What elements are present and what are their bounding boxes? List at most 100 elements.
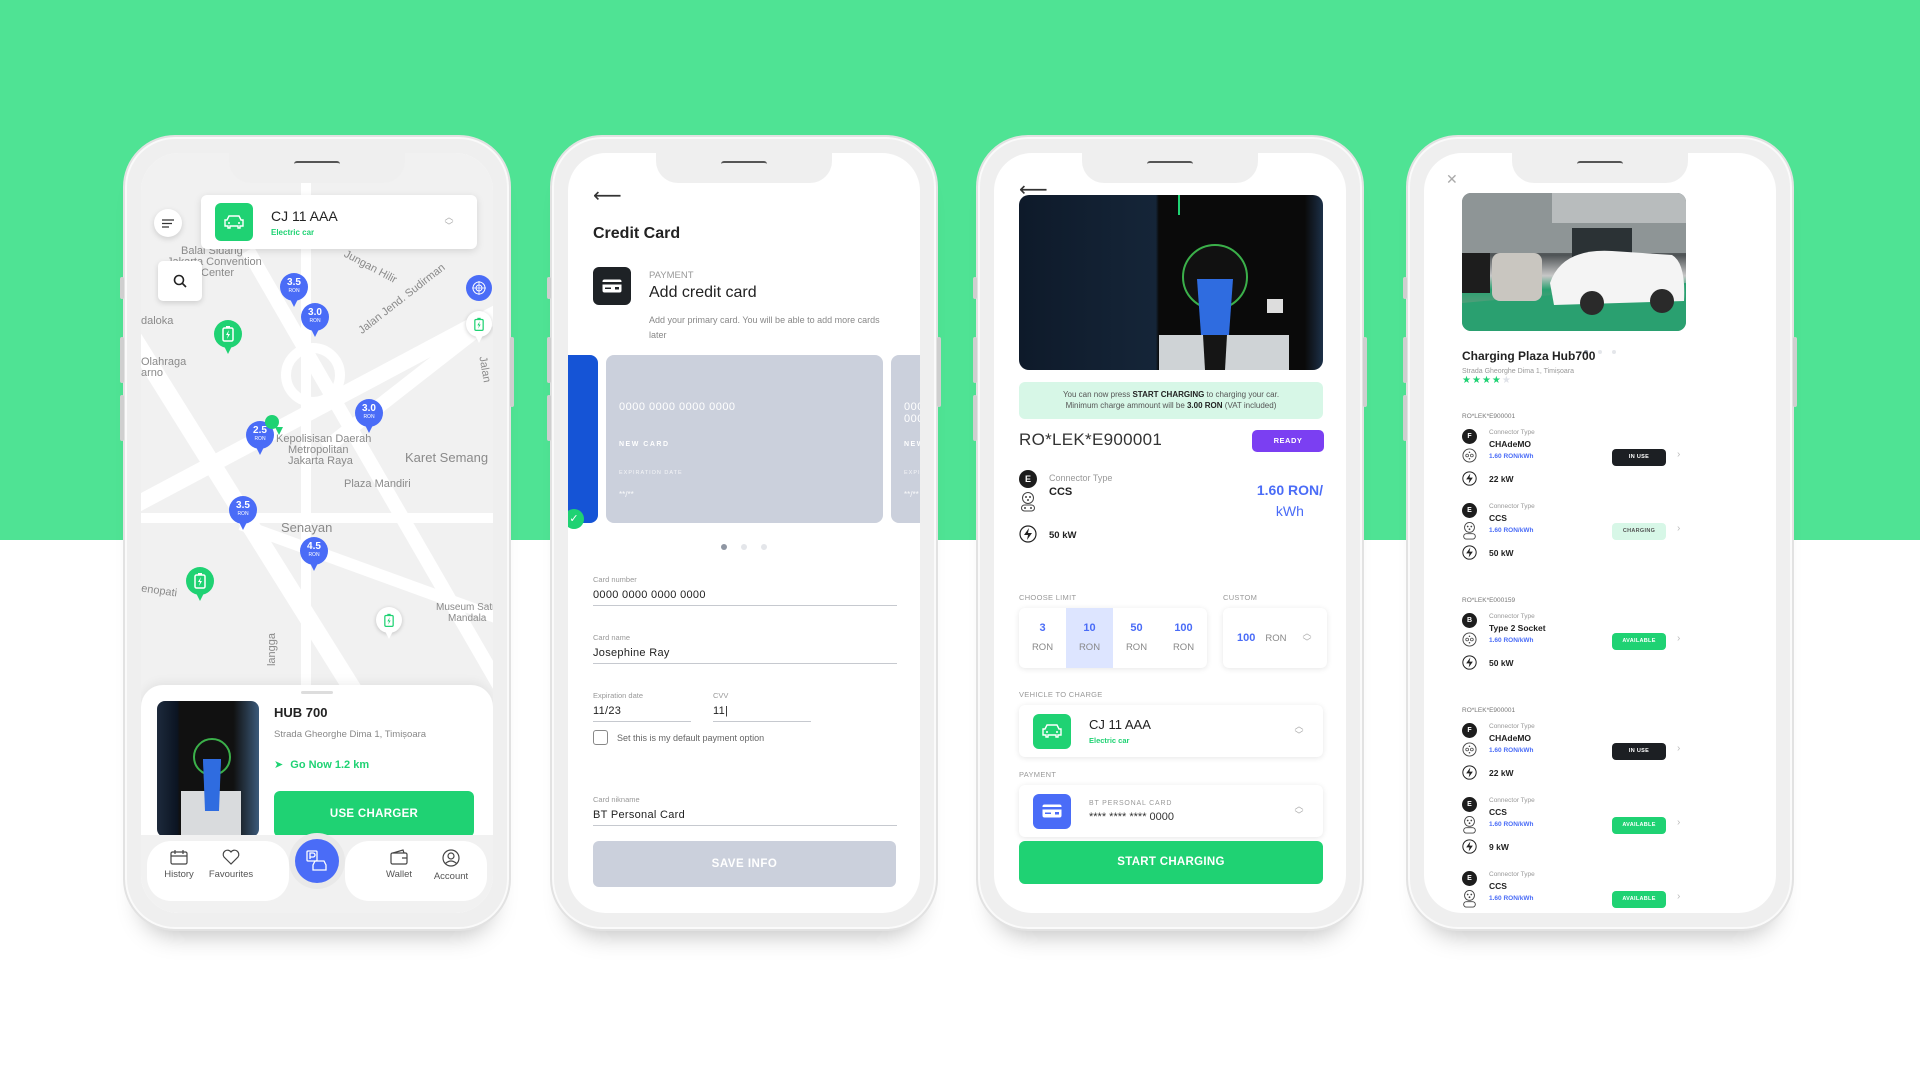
carousel-dots xyxy=(568,537,920,555)
use-charger-button[interactable]: USE CHARGER xyxy=(274,791,474,837)
connector-row[interactable]: E Connector Type CCS 1.60 RON/kWh 50 kW CHARG… xyxy=(1462,503,1686,577)
notch xyxy=(1082,153,1258,183)
tab-wallet[interactable]: Wallet xyxy=(369,849,429,880)
tab-account[interactable]: Account xyxy=(421,849,481,882)
volume-up-button xyxy=(973,337,977,383)
station-photo[interactable] xyxy=(1462,193,1686,331)
card-name-field[interactable]: Card name Josephine Ray xyxy=(593,633,897,664)
star-icon: ★ xyxy=(1491,375,1502,386)
search-button[interactable] xyxy=(158,261,202,301)
close-button[interactable]: ✕ xyxy=(1446,171,1458,188)
connector-price: 1.60 RON/kWh xyxy=(1489,453,1534,460)
carousel-dot[interactable] xyxy=(1598,350,1602,354)
carousel-dot[interactable] xyxy=(761,544,767,550)
volume-up-button xyxy=(120,337,124,383)
carousel-dot[interactable] xyxy=(1612,350,1616,354)
charger-pin-small[interactable] xyxy=(265,415,283,435)
payment-icon-tile xyxy=(593,267,631,305)
default-payment-checkbox[interactable]: Set this is my default payment option xyxy=(593,730,764,745)
parking-fab-button[interactable] xyxy=(295,839,339,883)
price-pin[interactable]: 3.5 RON xyxy=(229,496,257,530)
station-group-id: RO*LEK*E900001 xyxy=(1462,707,1516,714)
card-number-field[interactable]: Card number 0000 0000 0000 0000 xyxy=(593,575,897,606)
connector-row[interactable]: E Connector Type CCS 1.60 RON/kWh 9 kW AVAILA… xyxy=(1462,797,1686,871)
next-card-preview[interactable]: 0000 0000 0000 0000 NEW CARD EXPIRATION … xyxy=(891,355,920,523)
chevron-right-icon[interactable]: › xyxy=(1677,633,1680,644)
credit-card-icon xyxy=(602,279,622,293)
plug-icon xyxy=(1462,742,1477,757)
ccs-plug-icon xyxy=(1463,890,1476,908)
menu-button[interactable] xyxy=(154,209,182,237)
sheet-grabber[interactable] xyxy=(301,691,333,694)
power-button xyxy=(510,337,514,407)
map-label: enopati xyxy=(141,582,178,600)
locate-me-button[interactable] xyxy=(466,275,492,301)
go-now-link[interactable]: ➤ Go Now 1.2 km xyxy=(274,758,369,771)
check-icon: ✓ xyxy=(568,509,584,529)
chevron-right-icon[interactable]: › xyxy=(1677,743,1680,754)
car-icon xyxy=(1042,724,1062,738)
plug-icon xyxy=(1462,448,1477,463)
connector-row[interactable]: B Connector Type Type 2 Socket 1.60 RON/kWh… xyxy=(1462,613,1686,687)
expiration-date-field[interactable]: Expiration date 11/23 xyxy=(593,691,691,722)
connector-status-badge: AVAILABLE xyxy=(1612,891,1666,908)
price-pin[interactable]: 3.0 RON xyxy=(301,303,329,337)
payment-selector[interactable]: BT PERSONAL CARD **** **** **** 0000 ︿ ﹀ xyxy=(1019,785,1323,837)
star-icon: ★ xyxy=(1481,375,1492,386)
price-per-kwh: 1.60 RON/ kWh xyxy=(1256,482,1323,519)
carousel-dot[interactable] xyxy=(721,544,727,550)
limit-option-100[interactable]: 100 RON xyxy=(1160,608,1207,668)
limit-option-3[interactable]: 3 RON xyxy=(1019,608,1066,668)
charger-pin-white[interactable] xyxy=(466,311,492,343)
payment-name: BT PERSONAL CARD xyxy=(1089,799,1173,807)
limit-selector: 3 RON 10 RON 50 RON 100 RON xyxy=(1019,608,1207,668)
chevron-updown-icon: ︿ ﹀ xyxy=(444,212,454,231)
connector-row[interactable]: F Connector Type CHAdeMO 1.60 RON/kWh 22 kW I… xyxy=(1462,723,1686,797)
vehicle-selector[interactable]: CJ 11 AAA Electric car ︿ ﹀ xyxy=(201,195,477,249)
connector-letter-badge: F xyxy=(1462,429,1477,444)
charger-pin[interactable] xyxy=(214,320,242,354)
connector-row[interactable]: F Connector Type CHAdeMO 1.60 RON/kWh 22 kW I… xyxy=(1462,429,1686,503)
hub-title: HUB 700 xyxy=(274,705,328,720)
carousel-dot[interactable] xyxy=(741,544,747,550)
power-bolt-icon xyxy=(1462,839,1477,854)
chevron-right-icon[interactable]: › xyxy=(1677,449,1680,460)
charger-pin-white[interactable] xyxy=(376,607,402,639)
custom-limit-stepper[interactable]: 100 RON ︿ ﹀ xyxy=(1223,608,1327,668)
plug-icon-wrap xyxy=(1462,890,1477,908)
power-button xyxy=(1363,337,1367,407)
start-charging-button[interactable]: START CHARGING xyxy=(1019,841,1323,884)
cvv-field[interactable]: CVV 11| xyxy=(713,691,811,722)
choose-limit-label: CHOOSE LIMIT xyxy=(1019,593,1077,602)
limit-option-50[interactable]: 50 RON xyxy=(1113,608,1160,668)
new-card-preview[interactable]: 0000 0000 0000 0000 NEW CARD EXPIRATION … xyxy=(606,355,883,523)
chevron-right-icon[interactable]: › xyxy=(1677,817,1680,828)
price-pin[interactable]: 3.5 RON xyxy=(280,273,308,307)
connector-letter-badge: E xyxy=(1462,503,1477,518)
card-nickname-field[interactable]: Card nikname BT Personal Card xyxy=(593,795,897,826)
tab-history[interactable]: History xyxy=(149,849,209,880)
plug-icon-wrap xyxy=(1462,816,1477,834)
connector-power: 50 kW xyxy=(1489,658,1514,668)
charger-pin[interactable] xyxy=(186,567,214,601)
connector-row[interactable]: E Connector Type CCS 1.60 RON/kWh AVAILABLE › xyxy=(1462,871,1686,913)
bolt-icon-wrap xyxy=(1462,471,1477,486)
card-carousel[interactable]: ✓ 0000 0000 0000 0000 NEW CARD EXPIRATIO… xyxy=(568,355,920,529)
ccs-plug-icon xyxy=(1463,522,1476,540)
map-label: langga xyxy=(266,632,279,667)
connector-letter-badge: B xyxy=(1462,613,1477,628)
rating-stars: ★★★★★ xyxy=(1462,375,1512,386)
price-pin[interactable]: 3.0 RON xyxy=(355,399,383,433)
chevron-right-icon[interactable]: › xyxy=(1677,523,1680,534)
save-info-button[interactable]: SAVE INFO xyxy=(593,841,896,887)
price-pin[interactable]: 4.5 RON xyxy=(300,537,328,571)
chevron-updown-icon[interactable]: ︿ ﹀ xyxy=(1297,627,1317,649)
chevron-right-icon[interactable]: › xyxy=(1677,891,1680,902)
vehicle-selector[interactable]: CJ 11 AAA Electric car ︿ ﹀ xyxy=(1019,705,1323,757)
tab-favourites[interactable]: Favourites xyxy=(201,849,261,880)
checkbox[interactable] xyxy=(593,730,608,745)
payment-label: PAYMENT xyxy=(1019,770,1057,779)
back-button[interactable]: ⟵ xyxy=(593,183,622,208)
limit-option-10[interactable]: 10 RON xyxy=(1066,608,1113,668)
saved-card[interactable] xyxy=(568,355,598,523)
